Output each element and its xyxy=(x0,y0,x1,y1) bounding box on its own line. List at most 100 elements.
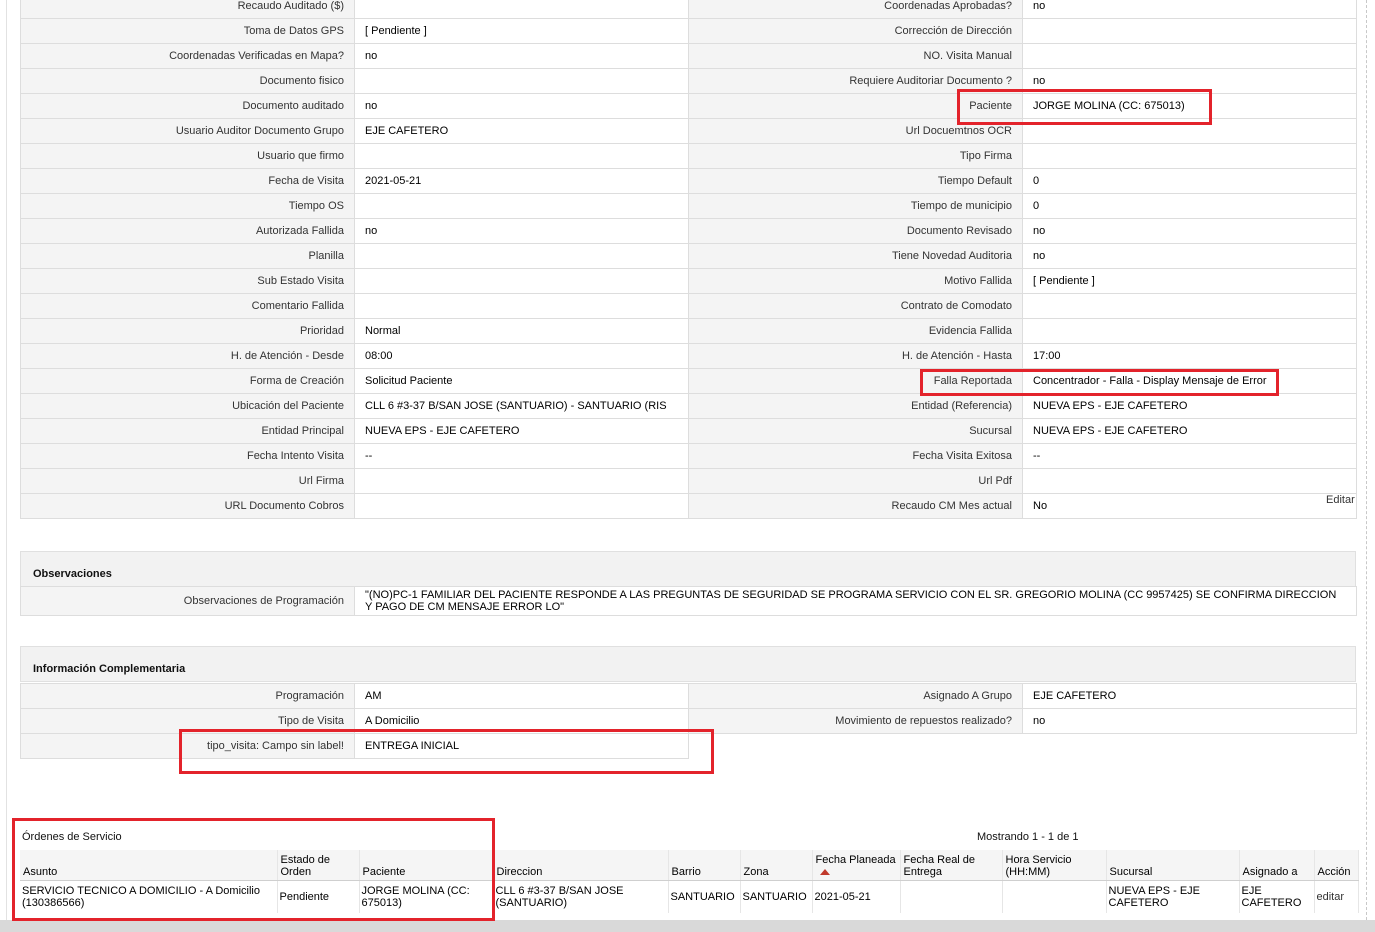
field-label: Usuario que firmo xyxy=(20,143,355,169)
info-complementaria-section-title: Información Complementaria xyxy=(20,646,1356,682)
frame-right-border xyxy=(1366,0,1367,920)
col-header-sucursal[interactable]: Sucursal xyxy=(1106,850,1240,881)
field-label: Coordenadas Aprobadas? xyxy=(688,0,1023,19)
ordenes-title: Órdenes de Servicio xyxy=(22,831,122,843)
field-value xyxy=(1022,18,1357,44)
cell-zona: SANTUARIO xyxy=(740,880,813,913)
field-label: Paciente xyxy=(688,93,1023,119)
field-value xyxy=(1022,118,1357,144)
field-label: Url Firma xyxy=(20,468,355,494)
field-value: 08:00 xyxy=(354,343,689,369)
field-label: Evidencia Fallida xyxy=(688,318,1023,344)
col-header-fecha-planeada[interactable]: Fecha Planeada xyxy=(812,850,901,881)
field-value: [ Pendiente ] xyxy=(1022,268,1357,294)
field-value xyxy=(1022,293,1357,319)
field-label: Requiere Auditoriar Documento ? xyxy=(688,68,1023,94)
cell-barrio: SANTUARIO xyxy=(668,880,741,913)
frame-left-border xyxy=(6,0,7,920)
detail-row: Entidad Principal NUEVA EPS - EJE CAFETER… xyxy=(20,418,1357,444)
field-label: Tiempo Default xyxy=(688,168,1023,194)
field-label: Tipo de Visita xyxy=(20,708,355,734)
field-label: Motivo Fallida xyxy=(688,268,1023,294)
field-value: Solicitud Paciente xyxy=(354,368,689,394)
field-label: Tiempo de municipio xyxy=(688,193,1023,219)
field-label: Prioridad xyxy=(20,318,355,344)
cell-estado: Pendiente xyxy=(277,880,360,913)
field-value: No xyxy=(1022,493,1357,519)
field-label: Coordenadas Verificadas en Mapa? xyxy=(20,43,355,69)
field-value: NUEVA EPS - EJE CAFETERO xyxy=(1022,418,1357,444)
cell-direccion: CLL 6 #3-37 B/SAN JOSE (SANTUARIO) xyxy=(493,880,669,913)
detail-row: Fecha de Visita 2021-05-21 Tiempo Default… xyxy=(20,168,1357,194)
detail-row: Prioridad Normal Evidencia Fallida xyxy=(20,318,1357,344)
field-label: Corrección de Dirección xyxy=(688,18,1023,44)
field-value: -- xyxy=(354,443,689,469)
field-label: NO. Visita Manual xyxy=(688,43,1023,69)
field-label: Usuario Auditor Documento Grupo xyxy=(20,118,355,144)
field-value: 0 xyxy=(1022,168,1357,194)
field-label: Tipo Firma xyxy=(688,143,1023,169)
col-header-estado[interactable]: Estado de Orden xyxy=(277,850,360,881)
field-value: Concentrador - Falla - Display Mensaje d… xyxy=(1022,368,1357,394)
field-value: no xyxy=(354,43,689,69)
field-value: A Domicilio xyxy=(354,708,689,734)
col-header-barrio[interactable]: Barrio xyxy=(668,850,741,881)
cell-asunto: SERVICIO TECNICO A DOMICILIO - A Domicil… xyxy=(20,880,278,913)
field-label: Planilla xyxy=(20,243,355,269)
editar-link[interactable]: Editar xyxy=(1326,494,1355,506)
field-value: EJE CAFETERO xyxy=(1022,683,1357,709)
detail-row: Programación AM Asignado A Grupo EJE CAFETE… xyxy=(20,683,1357,709)
field-label: Autorizada Fallida xyxy=(20,218,355,244)
observaciones-table: Observaciones de Programación "(NO)PC-1 … xyxy=(20,586,1357,616)
cell-sucursal: NUEVA EPS - EJE CAFETERO xyxy=(1106,880,1240,913)
field-value xyxy=(354,143,689,169)
field-value xyxy=(354,243,689,269)
field-label: Documento fisico xyxy=(20,68,355,94)
field-value xyxy=(354,468,689,494)
field-value: NUEVA EPS - EJE CAFETERO xyxy=(354,418,689,444)
field-value: JORGE MOLINA (CC: 675013) xyxy=(1022,93,1357,119)
field-value: -- xyxy=(1022,443,1357,469)
field-label: tipo_visita: Campo sin label! xyxy=(20,733,355,759)
col-header-fecha-real[interactable]: Fecha Real de Entrega xyxy=(900,850,1003,881)
detail-row: Toma de Datos GPS[ Pendiente ] Corrección… xyxy=(20,18,1357,44)
field-label: Documento auditado xyxy=(20,93,355,119)
col-header-asunto[interactable]: Asunto xyxy=(20,850,278,881)
detail-row: Recaudo Auditado ($) Coordenadas Aprobada… xyxy=(20,0,1357,19)
field-value xyxy=(354,68,689,94)
detail-row: Fecha Intento Visita -- Fecha Visita Exit… xyxy=(20,443,1357,469)
field-label: Tiempo OS xyxy=(20,193,355,219)
field-label: Sub Estado Visita xyxy=(20,268,355,294)
field-label: Toma de Datos GPS xyxy=(20,18,355,44)
col-header-paciente[interactable]: Paciente xyxy=(359,850,494,881)
field-label: Forma de Creación xyxy=(20,368,355,394)
col-header-direccion[interactable]: Direccion xyxy=(493,850,669,881)
field-label: Recaudo CM Mes actual xyxy=(688,493,1023,519)
field-value: no xyxy=(1022,218,1357,244)
col-header-asignado[interactable]: Asignado a xyxy=(1239,850,1315,881)
cell-hora xyxy=(1002,880,1107,913)
field-value: NUEVA EPS - EJE CAFETERO xyxy=(1022,393,1357,419)
field-value: 0 xyxy=(1022,193,1357,219)
field-value: EJE CAFETERO xyxy=(354,118,689,144)
pagination-info: Mostrando 1 - 1 de 1 xyxy=(977,831,1079,843)
observaciones-section-title: Observaciones xyxy=(20,551,1356,587)
editar-order-link[interactable]: editar xyxy=(1314,880,1359,913)
col-header-zona[interactable]: Zona xyxy=(740,850,813,881)
horizontal-scrollbar[interactable] xyxy=(0,920,1375,932)
detail-row: Tiempo OS Tiempo de municipio 0 xyxy=(20,193,1357,219)
detail-row: Documento auditado no Paciente JORGE MOLIN… xyxy=(20,93,1357,119)
detail-row: Comentario Fallida Contrato de Comodato xyxy=(20,293,1357,319)
field-value: no xyxy=(1022,68,1357,94)
field-label: Fecha Visita Exitosa xyxy=(688,443,1023,469)
orders-table: Asunto Estado de Orden Paciente Direccio… xyxy=(20,850,1359,913)
cell-asignado: EJE CAFETERO xyxy=(1239,880,1315,913)
col-header-hora[interactable]: Hora Servicio (HH:MM) xyxy=(1002,850,1107,881)
info-extra-row: tipo_visita: Campo sin label! ENTREGA IN… xyxy=(20,733,1357,759)
field-value: no xyxy=(1022,0,1357,19)
field-value: CLL 6 #3-37 B/SAN JOSE (SANTUARIO) - SAN… xyxy=(354,393,689,419)
field-label: H. de Atención - Hasta xyxy=(688,343,1023,369)
detail-row: Ubicación del Paciente CLL 6 #3-37 B/SAN … xyxy=(20,393,1357,419)
table-row[interactable]: SERVICIO TECNICO A DOMICILIO - A Domicil… xyxy=(20,880,1359,913)
observaciones-value: "(NO)PC-1 FAMILIAR DEL PACIENTE RESPONDE… xyxy=(354,586,1357,616)
